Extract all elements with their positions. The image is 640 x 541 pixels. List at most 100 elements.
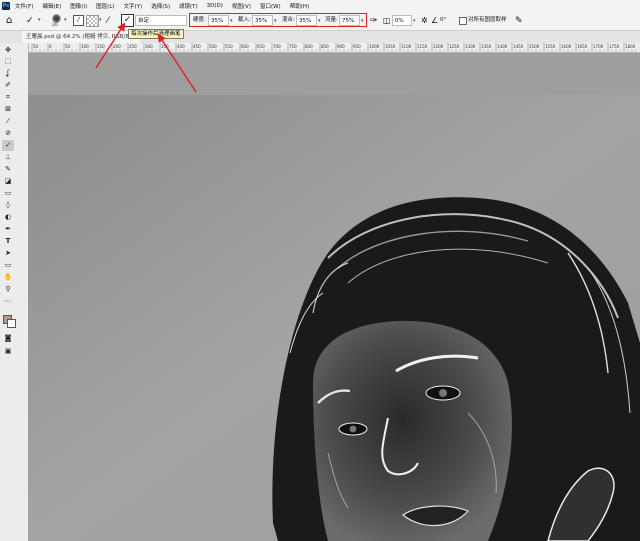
photoshop-logo: Ps	[2, 2, 10, 10]
ruler-tick-label: 400	[177, 44, 185, 49]
ruler-tick-label: 800	[305, 44, 313, 49]
menu-help[interactable]: 帮助(H)	[290, 2, 309, 10]
range-preset-field[interactable]: 自定	[135, 15, 187, 26]
healing-brush-tool-icon[interactable]: ⊘	[2, 128, 14, 139]
history-brush-tool-icon[interactable]: ✎	[2, 164, 14, 175]
brush-tool-icon[interactable]: ✓	[2, 140, 14, 151]
menu-image[interactable]: 图像(I)	[70, 2, 87, 10]
pressure-size-icon[interactable]: ✎	[515, 14, 523, 28]
clone-stamp-tool-icon[interactable]: ⊥	[2, 152, 14, 163]
ruler-tick-label: 1200	[433, 44, 444, 49]
rectangle-tool-icon[interactable]: ▭	[2, 260, 14, 271]
pressure-brush-icon[interactable]: ⁄	[107, 14, 109, 28]
hand-tool-icon[interactable]: ✋	[2, 272, 14, 283]
ruler-tick-label: 600	[241, 44, 249, 49]
gradient-tool-icon[interactable]: ▭	[2, 188, 14, 199]
ruler-tick-label: 50	[33, 44, 39, 49]
ruler-tick-label: 1600	[561, 44, 572, 49]
tool-preset-icon[interactable]: ✓	[26, 14, 34, 28]
marquee-tool-icon[interactable]: ⬚	[2, 56, 14, 67]
ruler-tick-label: 450	[193, 44, 201, 49]
ruler-tick-label: 1300	[465, 44, 476, 49]
options-highlight-box	[189, 13, 367, 27]
move-tool-icon[interactable]: ✥	[2, 45, 14, 56]
smoothing-icon: ◫	[383, 16, 391, 25]
menu-3d[interactable]: 3D(D)	[207, 3, 223, 9]
auto-clean-tooltip: 每次操作后清理画笔	[128, 29, 184, 39]
lasso-tool-icon[interactable]: ʆ	[2, 68, 14, 79]
eraser-tool-icon[interactable]: ◪	[2, 176, 14, 187]
ruler-tick-label: 650	[257, 44, 265, 49]
angle-icon: ∠	[431, 16, 439, 25]
ruler-tick-label: 250	[129, 44, 137, 49]
ruler-tick-label: 350	[161, 44, 169, 49]
ruler-tick-label: 1000	[369, 44, 380, 49]
path-select-tool-icon[interactable]: ➤	[2, 248, 14, 259]
blur-tool-icon[interactable]: ◊	[2, 200, 14, 211]
ruler-tick-label: 1050	[385, 44, 396, 49]
ruler-tick-label: 850	[321, 44, 329, 49]
ruler-tick-label: 100	[81, 44, 89, 49]
menu-type[interactable]: 文字(Y)	[124, 2, 143, 10]
quick-select-tool-icon[interactable]: ✐	[2, 80, 14, 91]
ruler-tick-label: 1400	[497, 44, 508, 49]
more-tools-icon[interactable]: ⋯	[2, 296, 14, 307]
ruler-tick-label: 150	[97, 44, 105, 49]
dodge-tool-icon[interactable]: ◐	[2, 212, 14, 223]
type-tool-icon[interactable]: T	[2, 236, 14, 247]
ruler-tick-label: 1500	[529, 44, 540, 49]
smoothing-dropdown-icon[interactable]: ▾	[413, 18, 416, 24]
ruler-tick-label: 1450	[513, 44, 524, 49]
sample-all-label: 对所有图层取样	[468, 17, 507, 23]
document-image	[28, 53, 640, 541]
ruler-tick-label: 750	[289, 44, 297, 49]
mode-pattern-icon[interactable]	[86, 15, 99, 27]
brush-size-label: 20	[52, 23, 58, 28]
menu-window[interactable]: 窗口(W)	[260, 2, 281, 10]
menu-edit[interactable]: 编辑(E)	[42, 2, 61, 10]
brush-dropdown-icon[interactable]: ▾	[64, 17, 67, 23]
menu-layer[interactable]: 图层(L)	[96, 2, 114, 10]
ruler-tick-label: 900	[337, 44, 345, 49]
quick-mask-icon[interactable]: ◙	[2, 333, 14, 344]
ruler-tick-label: 200	[113, 44, 121, 49]
zoom-tool-icon[interactable]: ⚲	[2, 284, 14, 295]
ruler-tick-label: 1250	[449, 44, 460, 49]
smoothing-settings-icon[interactable]: ✲	[421, 14, 428, 28]
ruler-tick-label: 1700	[593, 44, 604, 49]
ruler-tick-label: 550	[225, 44, 233, 49]
menu-filter[interactable]: 滤镜(T)	[179, 2, 198, 10]
ruler-tick-label: 700	[273, 44, 281, 49]
home-icon[interactable]: ⌂	[6, 14, 12, 28]
ruler-tick-label: 1150	[417, 44, 428, 49]
ruler-tick-label: 1550	[545, 44, 556, 49]
background-color-swatch[interactable]	[7, 319, 16, 328]
ruler-tick-label: 1650	[577, 44, 588, 49]
pen-tool-icon[interactable]: ✒	[2, 224, 14, 235]
sample-all-checkbox[interactable]	[459, 17, 467, 25]
horizontal-ruler: 50 0 50 100 150 200 250 300 350 400 450 500 550 600 65…	[28, 43, 640, 53]
menu-view[interactable]: 视图(V)	[232, 2, 251, 10]
ruler-tick-label: 300	[145, 44, 153, 49]
frame-tool-icon[interactable]: ⊠	[2, 104, 14, 115]
screen-mode-icon[interactable]: ▣	[2, 346, 14, 357]
mode-dropdown-icon[interactable]: ▾	[99, 17, 102, 23]
airbrush-icon[interactable]: ✑	[370, 14, 378, 28]
ruler-tick-label: 1750	[609, 44, 620, 49]
toggle-brush-panel-icon[interactable]: ⁄	[73, 15, 84, 26]
canvas-area[interactable]	[28, 53, 640, 541]
menu-select[interactable]: 选择(S)	[151, 2, 170, 10]
smoothing-field[interactable]: 0%	[392, 15, 412, 26]
angle-value[interactable]: 0°	[440, 15, 446, 26]
menu-file[interactable]: 文件(F)	[15, 2, 33, 10]
brush-preview-icon[interactable]	[52, 14, 61, 23]
eyedropper-tool-icon[interactable]: ⁄	[2, 116, 14, 127]
document-tab[interactable]: 王雁晨.psd @ 64.2% (粗糙 拷贝, RGB/8) *	[22, 31, 140, 43]
ruler-tick-label: 1350	[481, 44, 492, 49]
ruler-tick-label: 50	[65, 44, 71, 49]
ruler-tick-label: 950	[353, 44, 361, 49]
tool-preset-dropdown-icon[interactable]: ▾	[38, 17, 41, 23]
auto-clean-brush-icon[interactable]: ✓	[121, 14, 134, 27]
crop-tool-icon[interactable]: ⌗	[2, 92, 14, 103]
ruler-tick-label: 500	[209, 44, 217, 49]
